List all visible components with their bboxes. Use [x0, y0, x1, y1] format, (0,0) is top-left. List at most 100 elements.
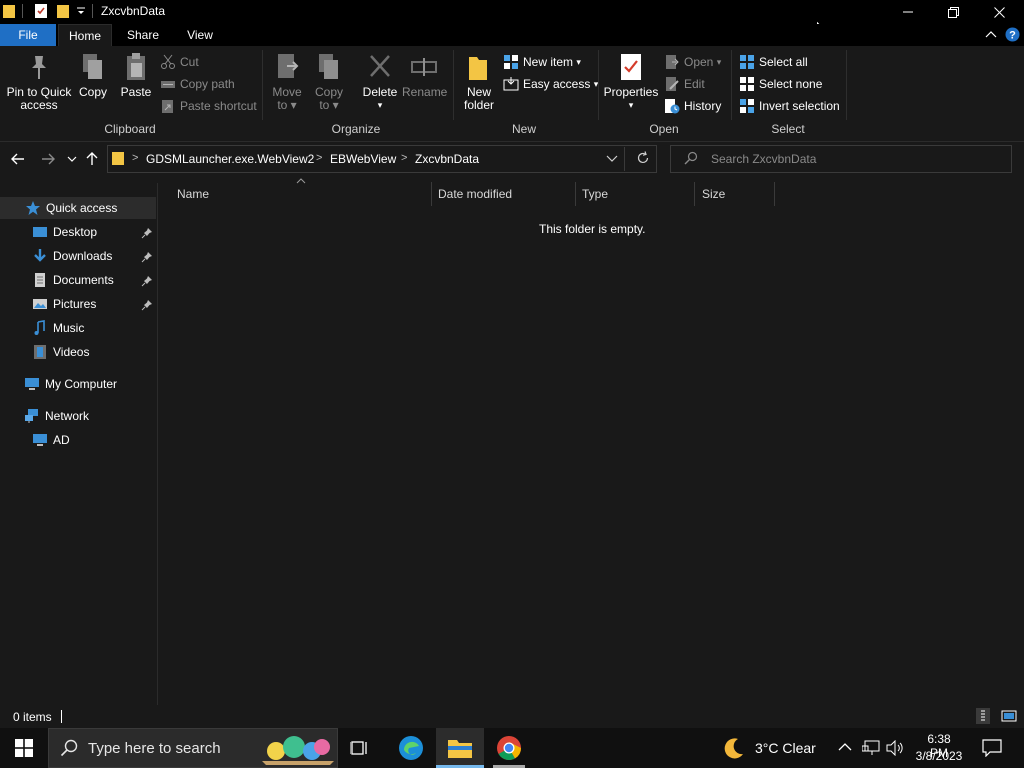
open-label: Open: [684, 55, 714, 69]
open-button[interactable]: Open ▾: [664, 53, 721, 71]
select-all-icon: [740, 55, 754, 69]
new-folder-button[interactable]: New folder: [460, 52, 498, 112]
search-icon: [60, 739, 78, 757]
select-none-button[interactable]: Select none: [739, 75, 822, 93]
column-divider[interactable]: [774, 182, 775, 206]
delete-dropdown-icon[interactable]: ▾: [360, 99, 400, 112]
history-button[interactable]: History: [664, 97, 721, 115]
breadcrumb-separator[interactable]: >: [316, 152, 322, 164]
back-button[interactable]: [8, 149, 28, 169]
column-divider[interactable]: [694, 182, 695, 206]
tab-view[interactable]: View: [174, 24, 226, 46]
notification-center-button[interactable]: [982, 739, 1002, 757]
tab-share[interactable]: Share: [116, 24, 170, 46]
task-view-button[interactable]: [336, 728, 384, 768]
tab-home[interactable]: Home: [58, 24, 112, 46]
new-folder-qat-icon[interactable]: [56, 3, 70, 19]
sidebar-item-ad[interactable]: AD: [32, 429, 70, 451]
breadcrumb-separator[interactable]: >: [401, 152, 407, 164]
edge-taskbar-button[interactable]: [387, 728, 435, 768]
close-icon: [993, 6, 1005, 18]
paste-shortcut-button[interactable]: Paste shortcut: [160, 97, 257, 115]
sidebar-item-label: Desktop: [53, 225, 98, 239]
address-dropdown-button[interactable]: [606, 154, 618, 162]
close-button[interactable]: [976, 0, 1022, 24]
invert-selection-button[interactable]: Invert selection: [739, 97, 840, 115]
file-explorer-taskbar-button[interactable]: [436, 728, 484, 768]
sidebar-item-my-computer[interactable]: My Computer: [24, 373, 117, 395]
column-divider[interactable]: [575, 182, 576, 206]
sidebar-item-quick-access[interactable]: Quick access: [0, 197, 156, 219]
column-header-date-modified[interactable]: Date modified: [438, 184, 575, 206]
network-status-icon[interactable]: [862, 740, 880, 756]
paste-shortcut-icon: [162, 100, 173, 113]
easy-access-label: Easy access: [523, 77, 591, 91]
pin-icon: [141, 251, 153, 263]
column-header-size[interactable]: Size: [702, 184, 774, 206]
copy-path-button[interactable]: Copy path: [160, 75, 235, 93]
rename-button[interactable]: Rename: [402, 52, 447, 99]
sidebar-item-label: Videos: [53, 345, 90, 359]
move-to-label: to: [277, 98, 288, 112]
breadcrumb-item[interactable]: ZxcvbnData: [415, 152, 479, 166]
large-icons-view-button[interactable]: [1001, 709, 1017, 723]
sidebar-item-desktop[interactable]: Desktop: [32, 221, 97, 243]
sidebar-item-music[interactable]: Music: [32, 317, 84, 339]
sidebar-item-label: My Computer: [45, 377, 118, 391]
start-button[interactable]: [0, 728, 48, 768]
column-header-name[interactable]: Name: [177, 184, 431, 206]
sidebar-item-pictures[interactable]: Pictures: [32, 293, 96, 315]
refresh-button[interactable]: [636, 151, 650, 165]
breadcrumb-separator[interactable]: >: [132, 152, 138, 164]
sidebar-item-network[interactable]: Network: [24, 405, 89, 427]
properties-qat-icon[interactable]: [33, 3, 49, 19]
sidebar-item-downloads[interactable]: Downloads: [32, 245, 112, 267]
forward-button[interactable]: [38, 149, 58, 169]
new-item-button[interactable]: New item ▾: [503, 53, 581, 71]
computer-icon: [33, 434, 47, 446]
new-folder-label-line2: folder: [463, 98, 495, 112]
move-to-button[interactable]: Move to ▾: [270, 52, 304, 112]
cut-button[interactable]: Cut: [160, 53, 199, 71]
easy-access-button[interactable]: Easy access ▾: [503, 75, 598, 93]
paste-label: Paste: [120, 85, 152, 99]
pin-to-quick-access-button[interactable]: Pin to Quick access: [4, 52, 74, 112]
customize-qat-icon[interactable]: [76, 5, 86, 17]
properties-button[interactable]: Properties ▾: [603, 52, 659, 112]
search-highlight-icon[interactable]: [260, 731, 336, 765]
copy-button[interactable]: Copy: [76, 52, 110, 99]
chrome-taskbar-button[interactable]: [485, 728, 533, 768]
volume-icon[interactable]: [886, 740, 904, 756]
sidebar-item-label: AD: [53, 433, 70, 447]
tab-file[interactable]: File: [0, 24, 56, 46]
chevron-up-icon: [985, 31, 997, 38]
help-button[interactable]: ?: [1005, 27, 1020, 42]
collapse-ribbon-button[interactable]: [984, 28, 998, 42]
breadcrumb-item[interactable]: GDSMLauncher.exe.WebView2: [146, 152, 314, 166]
clock-date[interactable]: 3/8/2023: [912, 749, 966, 763]
sidebar-item-videos[interactable]: Videos: [32, 341, 89, 363]
edit-button[interactable]: Edit: [664, 75, 705, 93]
breadcrumb-item[interactable]: EBWebView: [330, 152, 396, 166]
folder-icon: [111, 150, 125, 166]
sidebar-item-label: Network: [45, 409, 90, 423]
sidebar-item-documents[interactable]: Documents: [32, 269, 114, 291]
moon-weather-icon[interactable]: [722, 736, 746, 760]
recent-locations-button[interactable]: [62, 149, 82, 169]
select-all-button[interactable]: Select all: [739, 53, 808, 71]
column-header-type[interactable]: Type: [582, 184, 694, 206]
properties-dropdown-icon[interactable]: ▾: [603, 99, 659, 112]
delete-button[interactable]: Delete ▾: [360, 52, 400, 112]
arrow-right-icon: [42, 153, 55, 165]
details-view-button[interactable]: [976, 708, 990, 724]
restore-button[interactable]: [930, 0, 976, 24]
weather-text[interactable]: 3°C Clear: [755, 740, 816, 756]
show-hidden-icons-button[interactable]: [838, 742, 852, 752]
paste-button[interactable]: Paste: [118, 52, 154, 99]
minimize-button[interactable]: [885, 0, 931, 24]
copy-to-button[interactable]: Copy to ▾: [312, 52, 346, 112]
pin-icon: [141, 299, 153, 311]
select-none-icon: [740, 77, 754, 91]
up-button[interactable]: [82, 149, 102, 169]
column-divider[interactable]: [431, 182, 432, 206]
